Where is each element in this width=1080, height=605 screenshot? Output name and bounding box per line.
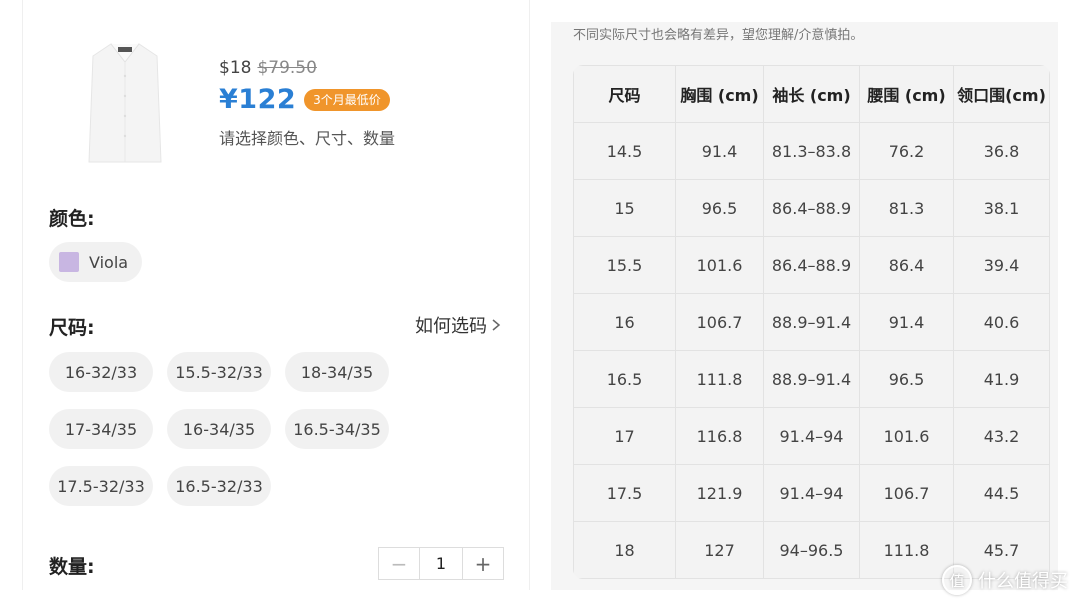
- table-row: 16 106.7 88.9–91.4 91.4 40.6: [573, 293, 1050, 351]
- table-cell: 116.8: [675, 407, 764, 465]
- price-usd-original: $79.50: [257, 58, 317, 78]
- table-cell: 81.3–83.8: [763, 122, 860, 180]
- table-cell: 96.5: [675, 179, 764, 237]
- table-header: 尺码: [573, 65, 676, 123]
- size-option[interactable]: 18-34/35: [285, 352, 389, 392]
- table-row: 17 116.8 91.4–94 101.6 43.2: [573, 407, 1050, 465]
- table-cell: 88.9–91.4: [763, 293, 860, 351]
- table-header-row: 尺码 胸围 (cm) 袖长 (cm) 腰围 (cm) 领口围(cm): [573, 65, 1050, 123]
- table-cell: 17.5: [573, 464, 676, 522]
- table-cell: 101.6: [859, 407, 954, 465]
- table-header: 腰围 (cm): [859, 65, 954, 123]
- table-cell: 36.8: [953, 122, 1050, 180]
- table-cell: 15.5: [573, 236, 676, 294]
- table-cell: 96.5: [859, 350, 954, 408]
- product-image: [83, 36, 167, 166]
- quantity-decrease-button[interactable]: −: [379, 548, 419, 579]
- table-cell: 43.2: [953, 407, 1050, 465]
- table-header: 袖长 (cm): [763, 65, 860, 123]
- color-label: 颜色:: [49, 208, 95, 230]
- price-cny: ¥122: [219, 84, 297, 115]
- table-row: 15 96.5 86.4–88.9 81.3 38.1: [573, 179, 1050, 237]
- lowest-price-badge: 3个月最低价: [304, 88, 390, 111]
- watermark-logo: 值: [942, 565, 972, 595]
- price-area: $18 $79.50 ¥122 3个月最低价 请选择颜色、尺寸、数量: [219, 58, 395, 149]
- table-row: 15.5 101.6 86.4–88.9 86.4 39.4: [573, 236, 1050, 294]
- table-cell: 44.5: [953, 464, 1050, 522]
- size-label: 尺码:: [49, 317, 95, 339]
- product-options-panel: $18 $79.50 ¥122 3个月最低价 请选择颜色、尺寸、数量 颜色: V…: [22, 0, 530, 590]
- table-cell: 81.3: [859, 179, 954, 237]
- table-cell: 40.6: [953, 293, 1050, 351]
- chevron-right-icon: [492, 319, 501, 331]
- table-cell: 17: [573, 407, 676, 465]
- select-hint: 请选择颜色、尺寸、数量: [219, 129, 396, 148]
- size-option[interactable]: 16.5-32/33: [167, 466, 271, 506]
- table-cell: 94–96.5: [763, 521, 860, 579]
- quantity-stepper: − 1 +: [378, 547, 504, 580]
- table-cell: 18: [573, 521, 676, 579]
- table-cell: 111.8: [675, 350, 764, 408]
- price-cny-row: ¥122 3个月最低价: [219, 84, 395, 115]
- quantity-increase-button[interactable]: +: [463, 548, 503, 579]
- table-cell: 106.7: [675, 293, 764, 351]
- table-cell: 15: [573, 179, 676, 237]
- size-option[interactable]: 17.5-32/33: [49, 466, 153, 506]
- table-cell: 86.4: [859, 236, 954, 294]
- size-chart-body: 14.5 91.4 81.3–83.8 76.2 36.8 15 96.5 86.4–88.9…: [573, 122, 1050, 579]
- table-cell: 91.4: [675, 122, 764, 180]
- table-cell: 41.9: [953, 350, 1050, 408]
- size-chart-panel: 不同实际尺寸也会略有差异，望您理解/介意慎拍。 尺码 胸围 (cm) 袖长 (c…: [551, 22, 1058, 590]
- table-cell: 91.4–94: [763, 407, 860, 465]
- price-usd-row: $18 $79.50: [219, 58, 395, 78]
- table-header: 领口围(cm): [953, 65, 1050, 123]
- quantity-value[interactable]: 1: [419, 548, 463, 579]
- table-row: 17.5 121.9 91.4–94 106.7 44.5: [573, 464, 1050, 522]
- table-cell: 88.9–91.4: [763, 350, 860, 408]
- color-swatch: [59, 252, 79, 272]
- size-option[interactable]: 16-32/33: [49, 352, 153, 392]
- table-row: 16.5 111.8 88.9–91.4 96.5 41.9: [573, 350, 1050, 408]
- watermark-text: 什么值得买: [978, 571, 1068, 592]
- size-option[interactable]: 15.5-32/33: [167, 352, 271, 392]
- table-cell: 39.4: [953, 236, 1050, 294]
- table-header: 胸围 (cm): [675, 65, 764, 123]
- size-options: 16-32/33 15.5-32/33 18-34/35 17-34/35 16…: [49, 352, 389, 506]
- table-cell: 101.6: [675, 236, 764, 294]
- color-option-viola[interactable]: Viola: [49, 242, 143, 282]
- size-option[interactable]: 16-34/35: [167, 409, 271, 449]
- table-cell: 127: [675, 521, 764, 579]
- size-guide-link[interactable]: 如何选码: [415, 312, 501, 338]
- size-option[interactable]: 17-34/35: [49, 409, 153, 449]
- color-option-label: Viola: [89, 252, 129, 272]
- table-cell: 76.2: [859, 122, 954, 180]
- table-cell: 16.5: [573, 350, 676, 408]
- table-cell: 91.4–94: [763, 464, 860, 522]
- table-cell: 16: [573, 293, 676, 351]
- table-cell: 14.5: [573, 122, 676, 180]
- table-cell: 86.4–88.9: [763, 236, 860, 294]
- shirt-icon: [88, 43, 162, 163]
- price-usd: $18: [219, 58, 252, 78]
- quantity-label: 数量:: [49, 556, 95, 578]
- size-chart-table: 尺码 胸围 (cm) 袖长 (cm) 腰围 (cm) 领口围(cm) 14.5 9…: [573, 65, 1050, 579]
- size-option[interactable]: 16.5-34/35: [285, 409, 389, 449]
- table-cell: 106.7: [859, 464, 954, 522]
- table-cell: 38.1: [953, 179, 1050, 237]
- table-cell: 111.8: [859, 521, 954, 579]
- size-guide-label: 如何选码: [415, 316, 487, 337]
- table-cell: 121.9: [675, 464, 764, 522]
- size-disclaimer: 不同实际尺寸也会略有差异，望您理解/介意慎拍。: [573, 28, 864, 43]
- watermark: 值 什么值得买: [942, 565, 1068, 595]
- table-row: 14.5 91.4 81.3–83.8 76.2 36.8: [573, 122, 1050, 180]
- table-cell: 86.4–88.9: [763, 179, 860, 237]
- table-cell: 91.4: [859, 293, 954, 351]
